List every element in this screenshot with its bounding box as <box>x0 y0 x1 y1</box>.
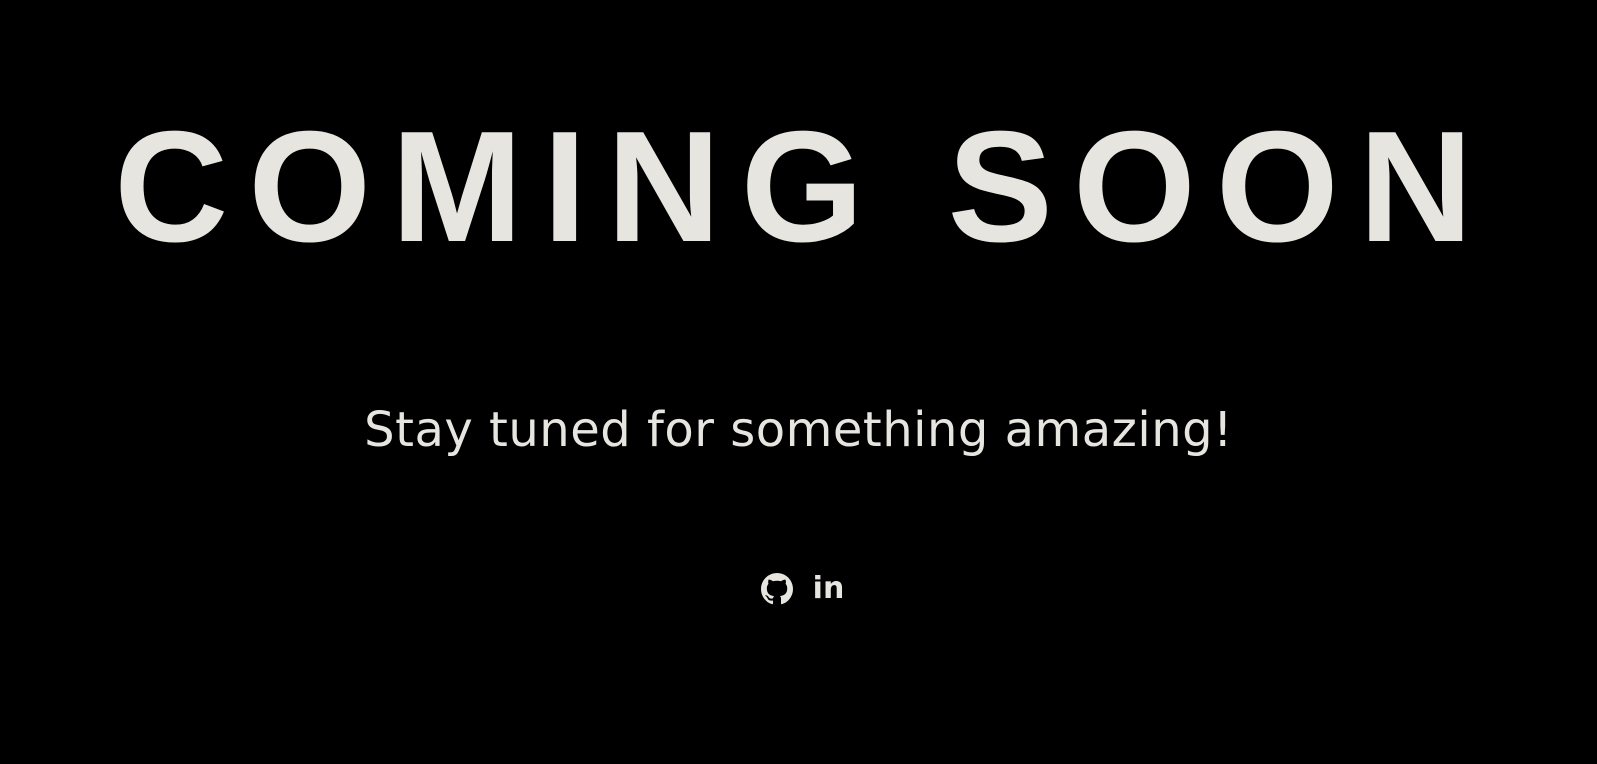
coming-soon-page: COMING SOON Stay tuned for something ama… <box>0 0 1597 764</box>
github-icon <box>760 573 793 605</box>
linkedin-icon: in <box>812 571 845 606</box>
page-title: COMING SOON <box>114 99 1493 275</box>
tagline: Stay tuned for something amazing! <box>364 402 1233 458</box>
social-links: in <box>0 572 1597 606</box>
github-link[interactable] <box>760 572 794 606</box>
linkedin-link[interactable]: in <box>812 572 846 606</box>
